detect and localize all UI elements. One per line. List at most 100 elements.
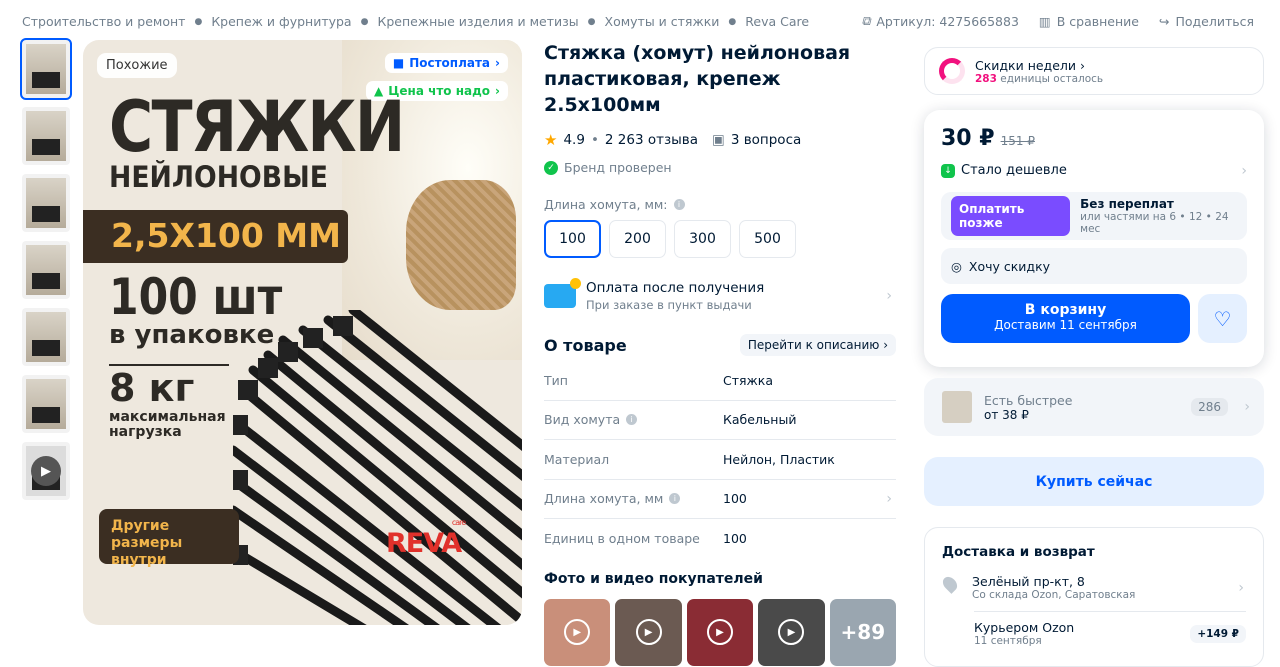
product-info: Стяжка (хомут) нейлоновая пластиковая, к…: [544, 40, 897, 666]
buyer-video[interactable]: ▶: [615, 598, 682, 666]
old-price: 151 ₽: [1000, 134, 1035, 148]
table-row: Вид хомута i Кабельный: [544, 401, 896, 440]
thumbnail[interactable]: [20, 38, 72, 100]
delivery-title: Доставка и возврат: [942, 544, 1095, 560]
pickup-address[interactable]: Зелёный пр-кт, 8 Со склада Ozon, Саратовс…: [940, 574, 1246, 601]
length-option[interactable]: 500: [739, 220, 796, 258]
courier-delivery[interactable]: Курьером Ozon 11 сентября +149 ₽: [974, 611, 1246, 647]
thumbnail[interactable]: [22, 375, 70, 433]
share-button[interactable]: ↪ Поделиться: [1159, 13, 1254, 29]
info-icon[interactable]: i: [669, 493, 681, 505]
reviews-link[interactable]: 2 263 отзыва: [605, 132, 698, 148]
weekly-discounts[interactable]: Скидки недели › 283 единицы осталось: [924, 47, 1264, 95]
compare-button[interactable]: ▥ В сравнение: [1039, 13, 1139, 29]
check-icon: ✓: [544, 160, 558, 175]
chevron-right-icon: ›: [886, 490, 892, 507]
promo-weight: 8 кг: [109, 366, 195, 410]
cable-ties-image: [233, 310, 522, 625]
buyer-video[interactable]: ▶: [758, 598, 825, 666]
article-button[interactable]: ⧉ Артикул: 4275665883: [861, 13, 1018, 29]
thumbnail[interactable]: [22, 308, 70, 366]
chevron-right-icon: ›: [886, 288, 892, 304]
table-row[interactable]: Длина хомута, мм i 100 ›: [544, 480, 896, 519]
info-icon[interactable]: i: [673, 199, 685, 210]
buy-now-button[interactable]: Купить сейчас: [924, 457, 1264, 506]
compare-icon: ▥: [1038, 13, 1051, 29]
breadcrumb-item[interactable]: Хомуты и стяжки: [605, 14, 720, 29]
other-sizes-label: Другие размеры внутри: [99, 509, 239, 568]
promo-subheading: НЕЙЛОНОВЫЕ: [109, 160, 328, 194]
faster-offer[interactable]: Есть быстрее от 38 ₽ 286 ›: [924, 378, 1264, 436]
offers-count: 286: [1191, 398, 1228, 416]
payment-after-receipt[interactable]: Оплата после получения При заказе в пункт…: [544, 278, 896, 312]
play-icon: ▶: [31, 456, 61, 486]
thumbnail[interactable]: [22, 241, 70, 299]
play-icon: ▶: [778, 619, 805, 645]
breadcrumb-item[interactable]: Строительство и ремонт: [22, 14, 185, 29]
specs-table: Тип Стяжка Вид хомута i Кабельный Материал Н…: [544, 361, 896, 559]
promo-weight-sub: максимальная нагрузка: [109, 409, 226, 440]
buyer-photos-title: Фото и видео покупателей: [544, 570, 763, 587]
rating-value[interactable]: 4.9: [563, 132, 584, 148]
thumbnail-list: ▶: [20, 38, 72, 509]
chevron-right-icon: ›: [495, 84, 500, 98]
progress-ring-icon: [939, 58, 965, 84]
thumbnail[interactable]: [22, 174, 70, 232]
play-icon: ▶: [707, 619, 734, 645]
breadcrumb: Строительство и ремонт ● Крепеж и фурниту…: [22, 14, 810, 29]
play-icon: ▶: [635, 619, 662, 645]
price-dropped[interactable]: ↓ Стало дешевле ›: [941, 163, 1247, 179]
length-option[interactable]: 200: [609, 220, 666, 258]
about-header: О товаре Перейти к описанию ›: [544, 334, 896, 356]
want-discount-button[interactable]: ◎ Хочу скидку: [941, 248, 1247, 284]
postpay-tag: ■ Постоплата ›: [384, 53, 508, 73]
breadcrumb-item[interactable]: Reva Care: [745, 14, 809, 29]
pay-later-button[interactable]: Оплатить позже: [951, 196, 1071, 236]
info-icon[interactable]: i: [626, 414, 638, 426]
price-box: 30 ₽151 ₽ ↓ Стало дешевле › Оплатить позже…: [924, 110, 1264, 367]
arrow-down-icon: ↓: [941, 163, 955, 178]
length-option[interactable]: 300: [674, 220, 731, 258]
more-photos-button[interactable]: +89: [829, 598, 897, 666]
thumbnail[interactable]: [22, 107, 70, 165]
breadcrumb-item[interactable]: Крепежные изделия и метизы: [377, 14, 578, 29]
buyer-video[interactable]: ▶: [544, 598, 611, 666]
promo-heading: СТЯЖКИ: [109, 86, 405, 168]
table-row: Единиц в одном товаре 100: [544, 531, 747, 547]
video-thumbnail[interactable]: ▶: [22, 442, 70, 500]
similar-badge[interactable]: Похожие: [97, 53, 177, 78]
truck-icon: ■: [392, 56, 405, 70]
chevron-right-icon: ›: [495, 56, 500, 70]
share-icon: ↪: [1158, 13, 1170, 29]
offer-thumbnail: [942, 391, 972, 423]
copy-icon: ⧉: [861, 13, 871, 28]
chevron-right-icon: ›: [1244, 399, 1250, 415]
delivery-section: Доставка и возврат Зелёный пр-кт, 8 Со ск…: [924, 527, 1264, 667]
product-title: Стяжка (хомут) нейлоновая пластиковая, к…: [544, 42, 851, 116]
product-image[interactable]: Похожие ■ Постоплата › ▲ Цена что надо › СТЯ…: [83, 40, 522, 625]
add-to-cart-button[interactable]: В корзину Доставим 11 сентября: [941, 294, 1190, 343]
go-to-description-button[interactable]: Перейти к описанию ›: [739, 334, 896, 356]
buyer-video[interactable]: ▶: [686, 598, 754, 666]
length-option[interactable]: 100: [544, 220, 601, 258]
promo-qty: 100 шт: [109, 268, 283, 326]
burlap-sack-image: [406, 180, 516, 310]
buyer-photos: ▶ ▶ ▶ ▶ +89: [544, 598, 897, 666]
questions-link[interactable]: 3 вопроса: [731, 132, 801, 148]
price: 30 ₽151 ₽: [941, 126, 1035, 151]
courier-fee: +149 ₽: [1190, 625, 1246, 643]
favorite-button[interactable]: ♡: [1198, 294, 1247, 343]
location-pin-icon: [940, 574, 960, 594]
breadcrumb-item[interactable]: Крепеж и фурнитура: [211, 14, 351, 29]
length-options: 100 200 300 500: [544, 220, 896, 258]
about-title: О товаре: [544, 335, 627, 355]
pay-later-row[interactable]: Оплатить позже Без переплат или частями н…: [941, 192, 1247, 240]
table-row: Материал Нейлон, Пластик: [544, 440, 896, 480]
brand-logo: REVA care: [386, 518, 466, 559]
heart-icon: ♡: [1213, 306, 1232, 331]
chevron-right-icon: ›: [1238, 580, 1244, 596]
play-icon: ▶: [564, 619, 591, 645]
chat-icon: ▣: [712, 132, 725, 148]
brand-verified: ✓ Бренд проверен: [544, 160, 896, 175]
card-icon: [544, 278, 581, 308]
